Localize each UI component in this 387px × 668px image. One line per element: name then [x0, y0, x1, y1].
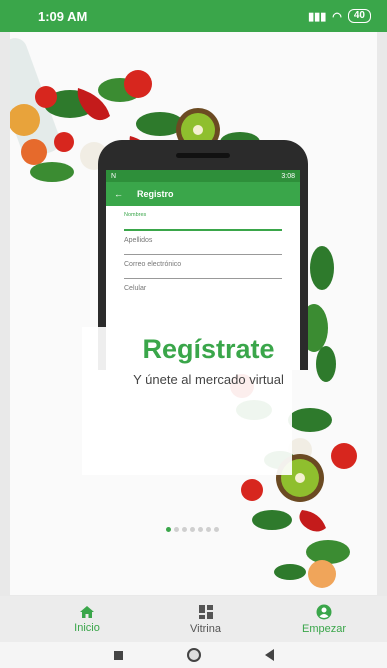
mockup-field-label: Nombres — [124, 212, 147, 218]
page-dot[interactable] — [214, 527, 219, 532]
mockup-notification-icon: N — [111, 172, 117, 180]
battery-level: 40 — [353, 10, 365, 21]
mockup-field-label: Apellidos — [124, 236, 153, 244]
status-icons: ▮▮▮ ◠ 40 — [308, 9, 371, 23]
page-dot[interactable] — [174, 527, 179, 532]
mockup-app-bar: ← Registro — [106, 182, 300, 206]
back-arrow-icon: ← — [114, 189, 123, 199]
signal-icon: ▮▮▮ — [308, 10, 327, 23]
onboarding-slide[interactable]: N 3:08 ← Registro Nombres Apellidos Corr… — [10, 32, 377, 595]
home-icon — [80, 605, 94, 618]
mockup-field-underline — [124, 229, 282, 231]
nav-vitrina[interactable]: Vitrina — [171, 596, 241, 642]
mockup-field-celular: Celular — [106, 285, 300, 295]
nav-empezar-label: Empezar — [301, 622, 347, 635]
mockup-field-underline — [124, 253, 282, 255]
bottom-navigation: Inicio Vitrina Empezar — [0, 596, 387, 642]
recents-button[interactable] — [113, 650, 123, 660]
nav-empezar[interactable]: Empezar — [289, 596, 359, 642]
page-dot[interactable] — [206, 527, 211, 532]
nav-inicio[interactable]: Inicio — [52, 596, 122, 642]
mockup-status-time: 3:08 — [281, 172, 295, 180]
page-dot[interactable] — [198, 527, 203, 532]
page-dot[interactable] — [166, 527, 171, 532]
mockup-field-underline — [124, 277, 282, 279]
nav-vitrina-label: Vitrina — [190, 622, 221, 635]
status-time: 1:09 AM — [38, 8, 88, 24]
page-dot[interactable] — [182, 527, 187, 532]
status-bar: 1:09 AM ▮▮▮ ◠ 40 — [0, 0, 387, 32]
page-dot[interactable] — [190, 527, 195, 532]
mockup-status-bar: N 3:08 — [106, 170, 300, 182]
page-indicator[interactable] — [166, 527, 219, 532]
hero-title: Regístrate — [142, 334, 275, 364]
hero-subtitle: Y únete al mercado virtual — [133, 372, 284, 387]
mockup-field-nombres: Nombres — [106, 212, 300, 231]
mockup-title: Registro — [137, 189, 174, 199]
account-circle-icon — [316, 604, 332, 619]
battery-icon: 40 — [347, 9, 371, 23]
wifi-icon: ◠ — [332, 10, 342, 23]
nav-inicio-label: Inicio — [74, 621, 100, 634]
system-navigation-bar — [0, 642, 387, 668]
phone-speaker — [176, 153, 230, 158]
mockup-field-correo: Correo electrónico — [106, 261, 300, 279]
mockup-field-apellidos: Apellidos — [106, 237, 300, 255]
mockup-field-label: Celular — [124, 284, 147, 292]
back-button[interactable] — [264, 649, 274, 661]
mockup-field-label: Correo electrónico — [124, 260, 182, 268]
home-button[interactable] — [186, 648, 201, 662]
dashboard-icon — [198, 604, 213, 619]
